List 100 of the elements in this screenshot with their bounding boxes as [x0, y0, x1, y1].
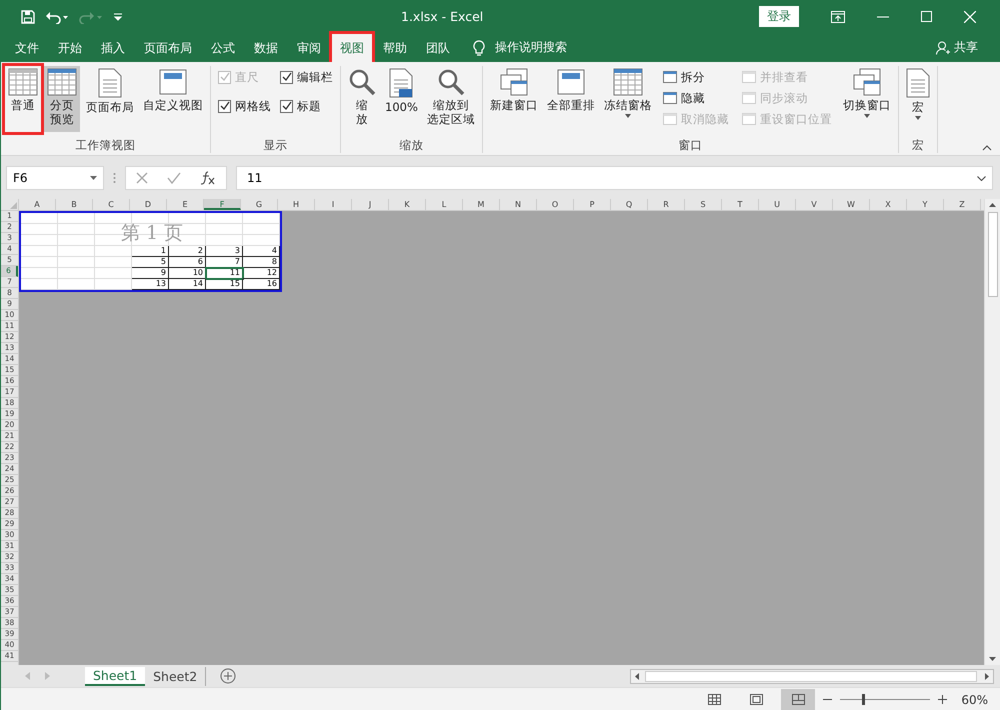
scroll-right-icon[interactable] — [985, 672, 989, 680]
sheet-tab[interactable]: Sheet2 — [145, 666, 206, 686]
window-icon — [662, 92, 677, 104]
ribbon-button[interactable]: 普通 — [5, 66, 41, 132]
tell-me-search[interactable]: 操作说明搜索 — [495, 39, 567, 56]
column-header[interactable]: W — [833, 199, 870, 210]
column-header[interactable]: X — [870, 199, 907, 210]
checkbox[interactable]: 网格线 — [218, 97, 271, 115]
page-layout-view-icon — [750, 694, 763, 705]
ribbon-button[interactable]: 隐藏 — [660, 89, 731, 107]
ribbon-button[interactable]: 宏 — [902, 66, 933, 132]
ribbon-tab[interactable]: 页面布局 — [136, 34, 200, 62]
person-icon — [936, 40, 950, 54]
magnifier-icon — [348, 68, 376, 96]
window-icon — [742, 92, 756, 104]
checkmark-icon — [282, 101, 292, 111]
formula-input[interactable]: 11 — [236, 166, 993, 190]
ribbon-button[interactable]: 全部重排 — [544, 66, 598, 132]
maximize-icon[interactable] — [921, 11, 932, 22]
column-header[interactable]: M — [463, 199, 500, 210]
column-header[interactable]: T — [722, 199, 759, 210]
view-button[interactable] — [781, 688, 816, 710]
function-icon[interactable] — [200, 171, 216, 185]
window-icon — [556, 68, 586, 96]
scroll-thumb[interactable] — [645, 670, 977, 682]
add-sheet-icon[interactable] — [220, 668, 236, 684]
column-header[interactable]: R — [648, 199, 685, 210]
spreadsheet-grid-icon — [612, 68, 643, 96]
minimize-icon[interactable] — [877, 16, 889, 18]
name-box[interactable]: F6 — [6, 166, 104, 190]
ribbon-button[interactable]: 分页 预览 — [44, 66, 80, 132]
column-header[interactable]: Q — [611, 199, 648, 210]
ribbon-button[interactable]: 切换窗口 — [840, 66, 894, 132]
ribbon-button[interactable]: 缩放到 选定区域 — [424, 66, 478, 132]
zoom-in-icon[interactable] — [938, 695, 948, 704]
ribbon-tab[interactable]: 数据 — [246, 34, 286, 62]
column-header[interactable]: P — [574, 199, 611, 210]
caret-icon — [90, 176, 97, 180]
scroll-left-icon[interactable] — [635, 672, 639, 680]
ribbon-button[interactable]: 自定义视图 — [140, 66, 206, 132]
sheet-tab[interactable]: Sheet1 — [85, 666, 146, 686]
column-header[interactable]: V — [796, 199, 833, 210]
close-icon[interactable] — [964, 10, 976, 22]
column-header[interactable]: K — [389, 199, 426, 210]
column-header[interactable]: Z — [944, 199, 981, 210]
ribbon-tab[interactable]: 团队 — [418, 34, 458, 62]
ribbon-tab[interactable]: 帮助 — [375, 34, 415, 62]
column-header[interactable]: O — [537, 199, 574, 210]
window-icon — [662, 71, 677, 83]
table-cell: 15 — [206, 279, 243, 290]
column-header[interactable]: B — [56, 199, 93, 210]
ribbon-tab[interactable]: 公式 — [203, 34, 243, 62]
spreadsheet-grid-icon — [47, 68, 77, 96]
ribbon-button[interactable]: 缩 放 — [345, 66, 379, 132]
column-header[interactable]: F — [204, 199, 241, 210]
group-label: 显示 — [262, 138, 288, 153]
group-label: 窗口 — [677, 138, 704, 153]
ribbon-tab[interactable]: 文件 — [7, 34, 47, 62]
checkbox[interactable]: 编辑栏 — [280, 68, 333, 86]
column-header[interactable]: L — [426, 199, 463, 210]
column-header[interactable]: N — [500, 199, 537, 210]
checkbox[interactable]: 标题 — [280, 97, 333, 115]
column-header[interactable]: I — [315, 199, 352, 210]
scroll-up-icon[interactable] — [989, 203, 996, 207]
scroll-thumb[interactable] — [988, 212, 998, 297]
customize-caret-icon[interactable] — [113, 12, 123, 22]
column-header[interactable]: S — [685, 199, 722, 210]
ribbon-tab[interactable]: 开始 — [50, 34, 90, 62]
save-icon[interactable] — [21, 10, 35, 24]
table-cell: 10 — [169, 268, 206, 279]
column-header[interactable]: J — [352, 199, 389, 210]
ribbon-display-options-icon[interactable] — [831, 10, 845, 22]
collapse-ribbon-icon[interactable] — [982, 145, 992, 151]
column-header[interactable]: G — [241, 199, 278, 210]
scroll-down-icon[interactable] — [989, 657, 996, 661]
ribbon-tab[interactable]: 视图 — [332, 34, 372, 62]
horizontal-scrollbar[interactable] — [630, 668, 994, 684]
stacked-windows-icon — [498, 68, 529, 96]
ribbon-tab[interactable]: 审阅 — [289, 34, 329, 62]
column-header[interactable]: Y — [907, 199, 944, 210]
share-button[interactable]: 共享 — [954, 39, 978, 56]
column-header[interactable]: A — [19, 199, 56, 210]
vertical-scrollbar[interactable] — [984, 199, 1000, 665]
ribbon-button[interactable]: 100% — [382, 66, 421, 132]
column-header[interactable]: C — [93, 199, 130, 210]
ribbon-tab[interactable]: 插入 — [93, 34, 133, 62]
ribbon-button[interactable]: 页面布局 — [83, 66, 137, 132]
ribbon-button[interactable]: 冻结窗格 — [600, 66, 655, 132]
ribbon-button[interactable]: 新建窗口 — [486, 66, 541, 132]
column-header[interactable]: H — [278, 199, 315, 210]
column-header[interactable]: U — [759, 199, 796, 210]
spreadsheet-grid-icon — [8, 68, 38, 96]
check-icon[interactable] — [166, 172, 181, 184]
document-icon — [389, 68, 414, 98]
checkmark-icon — [282, 72, 292, 82]
sign-in-button[interactable]: 登录 — [759, 6, 799, 27]
column-header[interactable]: D — [130, 199, 167, 210]
zoom-level-text[interactable]: 60% — [961, 692, 988, 706]
undo-icon[interactable] — [45, 10, 69, 24]
ribbon-button[interactable]: 拆分 — [660, 68, 731, 86]
